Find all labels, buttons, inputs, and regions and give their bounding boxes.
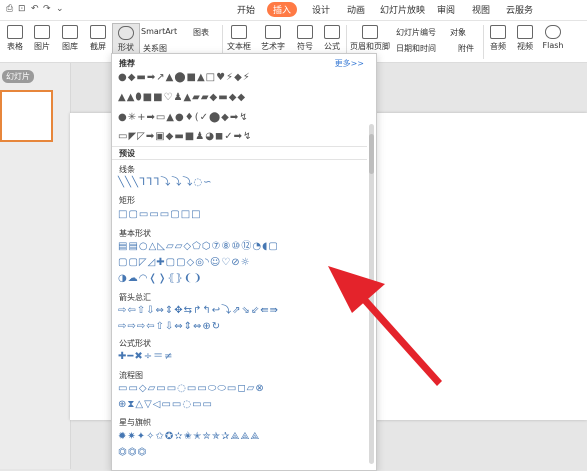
arrows-row[interactable]: ⇨⇨⇨⇦⇧⇩⇔⇕⇔⊕↻ <box>118 320 368 334</box>
tab-home[interactable]: 开始 <box>237 3 255 16</box>
recommended-row[interactable]: ▲▲⬮■■♡♟▲▰▰◆▬◆◆ <box>118 91 368 105</box>
tab-animation[interactable]: 动画 <box>347 3 365 16</box>
formula-button[interactable]: 公式 <box>320 25 344 52</box>
lines-row[interactable]: ╲╲╲ᒣᒣᒣ⤵⤵⤵◌∽ <box>118 176 368 190</box>
attachment-button[interactable]: 附件 <box>458 43 474 54</box>
shapes-icon <box>118 26 134 40</box>
dropdown-scrollbar-thumb[interactable] <box>369 134 374 174</box>
recommended-row[interactable]: ●◆▬➡↗▲⬤■▲□♥⚡◆⚡ <box>118 71 368 85</box>
header-footer-button[interactable]: 页眉和页脚 <box>350 25 390 52</box>
slide-panel-label[interactable]: 幻灯片 <box>2 70 34 83</box>
pi-icon <box>324 25 340 39</box>
section-title-stars-banners: 星与旗帜 <box>119 418 151 427</box>
stars-banners-row[interactable]: ⏣⏣⏣ <box>118 446 368 460</box>
wordart-button[interactable]: 艺术字 <box>259 25 287 52</box>
table-button[interactable]: 表格 <box>3 25 27 52</box>
undo-icon[interactable]: ↶ <box>31 4 39 14</box>
tab-view[interactable]: 视图 <box>472 3 490 16</box>
smartart-button[interactable]: SmartArt <box>141 27 177 36</box>
symbol-icon <box>297 25 313 39</box>
section-title-flowchart: 流程图 <box>119 371 143 380</box>
gallery-button[interactable]: 图库 <box>58 25 82 52</box>
section-title-basic-shapes: 基本形状 <box>119 229 151 238</box>
flowchart-row[interactable]: ⊕⧗△▽◁▭▭◌▭▭ <box>118 398 368 412</box>
divider <box>483 25 484 59</box>
divider <box>112 146 367 147</box>
recommended-title: 推荐 <box>119 59 135 68</box>
table-icon <box>7 25 23 39</box>
tab-design[interactable]: 设计 <box>312 3 330 16</box>
picture-icon <box>34 25 50 39</box>
basic-shapes-row[interactable]: ▤▤○△◺▱▱◇⬠⬡⑦⑧⑩⑫◔◖▢ <box>118 240 368 254</box>
tab-review[interactable]: 审阅 <box>437 3 455 16</box>
section-title-rectangles: 矩形 <box>119 196 135 205</box>
section-title-formula-shapes: 公式形状 <box>119 339 151 348</box>
textbox-button[interactable]: 文本框 <box>225 25 253 52</box>
speaker-icon <box>490 25 506 39</box>
screenshot-icon <box>90 25 106 39</box>
divider <box>112 159 367 160</box>
dropdown-scrollbar[interactable] <box>369 124 374 464</box>
tab-slideshow[interactable]: 幻灯片放映 <box>380 3 425 16</box>
rectangles-row[interactable]: □▢▭▭▭▢□□ <box>118 208 368 222</box>
recommended-row[interactable]: ▭◤◸➡▣◆▬■♟◕◼✓➡↯ <box>118 130 368 144</box>
more-link[interactable]: 更多>> <box>335 58 364 69</box>
formula-shapes-row[interactable]: ✚━✖÷＝≠ <box>118 350 368 364</box>
preset-title: 预设 <box>119 149 135 158</box>
print-icon[interactable]: ⎙ <box>6 4 13 14</box>
tab-cloud[interactable]: 云服务 <box>506 3 533 16</box>
symbol-button[interactable]: 符号 <box>293 25 317 52</box>
audio-button[interactable]: 音频 <box>486 25 510 52</box>
recommended-row[interactable]: ●✳+➡▭▲●♦(✓⬤◆➡↯ <box>118 111 368 125</box>
arrows-row[interactable]: ⇨⇦⇧⇩⇔⇕✥⇆↱↰↩⤵⇗⇘⇙⇚⇛ <box>118 304 368 318</box>
screenshot-button[interactable]: 截屏 <box>86 25 110 52</box>
shapes-dropdown: 推荐 更多>> ●◆▬➡↗▲⬤■▲□♥⚡◆⚡ ▲▲⬮■■♡♟▲▰▰◆▬◆◆ ●✳… <box>111 53 377 471</box>
flash-button[interactable]: Flash <box>541 25 565 50</box>
section-title-arrows: 箭头总汇 <box>119 293 151 302</box>
redo-icon[interactable]: ↷ <box>43 4 51 14</box>
slide-thumbnail[interactable] <box>0 90 53 142</box>
textbox-icon <box>231 25 247 39</box>
picture-button[interactable]: 图片 <box>30 25 54 52</box>
stars-banners-row[interactable]: ✹✷✦✧✩✪✫✬✭✮✯✰⟁⟁⟁ <box>118 430 368 444</box>
chart-button[interactable]: 图表 <box>193 27 209 38</box>
slide-number-button[interactable]: 幻灯片编号 <box>396 27 436 38</box>
dropdown-icon[interactable]: ⌄ <box>56 4 64 14</box>
object-button[interactable]: 对象 <box>450 27 466 38</box>
header-footer-icon <box>362 25 378 39</box>
title-tab-bar: ⎙ ⊡ ↶ ↷ ⌄ 开始 插入 设计 动画 幻灯片放映 审阅 视图 云服务 <box>0 0 587 21</box>
basic-shapes-row[interactable]: ▢▢◸◿✚▢▢◇◎◝☺♡⊘☼ <box>118 256 368 270</box>
wordart-icon <box>265 25 281 39</box>
basic-shapes-row[interactable]: ◑☁◠❬❭⦃⦄❨❩ <box>118 272 368 286</box>
tab-insert[interactable]: 插入 <box>267 2 298 17</box>
flash-icon <box>545 25 561 39</box>
gallery-icon <box>62 25 78 39</box>
flowchart-row[interactable]: ▭▭◇▱▭▭◌▭▭⬭⬭▭◻▱⊗ <box>118 382 368 396</box>
print-preview-icon[interactable]: ⊡ <box>18 4 26 14</box>
date-time-button[interactable]: 日期和时间 <box>396 43 436 54</box>
video-icon <box>517 25 533 39</box>
video-button[interactable]: 视频 <box>513 25 537 52</box>
section-title-lines: 线条 <box>119 165 135 174</box>
